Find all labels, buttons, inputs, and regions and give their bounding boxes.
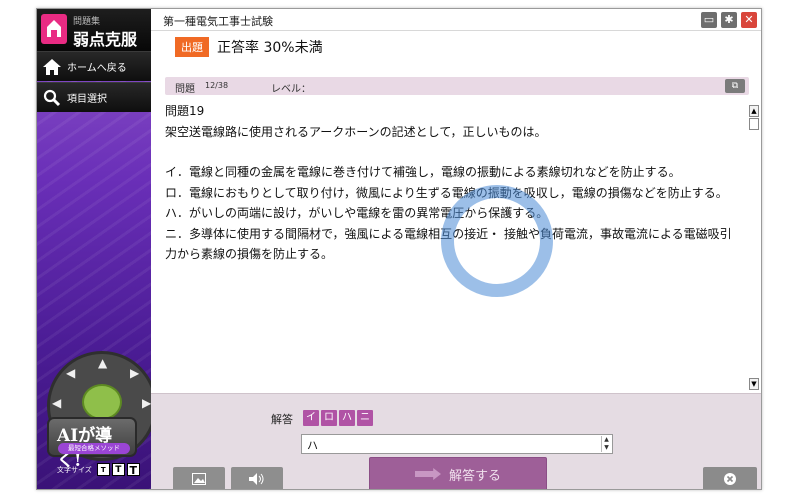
answer-choices: イ ロ ハ ニ bbox=[303, 410, 373, 426]
arrow-up-icon[interactable]: ▲ bbox=[98, 356, 107, 370]
option-i: イ．電線と同種の金属を電線に巻き付けて補強し，電線の振動による素線切れなどを防止… bbox=[165, 165, 681, 179]
dial-center-button[interactable] bbox=[82, 384, 122, 420]
ai-logo: AIが導く! 最短合格メソッド bbox=[47, 417, 137, 471]
arrow-next-icon[interactable]: ▶ bbox=[130, 366, 139, 380]
submit-answer-label: 解答する bbox=[448, 468, 501, 484]
answer-input[interactable]: ハ ▲ ▼ bbox=[301, 434, 613, 454]
level-label: レベル： bbox=[271, 84, 311, 95]
brand-title: 弱点克服 bbox=[73, 30, 138, 49]
sidebar: 問題集 弱点克服 ホームへ戻る 項目選択 ▲ ◀ ▶ ◀ ▶ AIが導く! 最短… bbox=[37, 9, 151, 489]
font-size-medium-button[interactable]: T bbox=[111, 463, 125, 476]
choice-i-button[interactable]: イ bbox=[303, 410, 319, 426]
clear-button[interactable] bbox=[703, 467, 757, 489]
option-ro: ロ．電線におもりとして取り付け，微風により生ずる電線の振動を吸収し，電線の損傷な… bbox=[165, 185, 728, 200]
font-size-label: 文字サイズ bbox=[57, 465, 92, 474]
settings-button[interactable]: ✱ bbox=[721, 12, 737, 28]
audio-button[interactable] bbox=[231, 467, 283, 489]
gear-icon: ✱ bbox=[724, 13, 734, 26]
item-select-label: 項目選択 bbox=[67, 94, 107, 105]
question-prompt: 架空送電線路に使用されるアークホーンの記述として，正しいものは。 bbox=[165, 124, 547, 139]
close-circle-icon bbox=[724, 473, 736, 485]
home-button-label: ホームへ戻る bbox=[67, 63, 127, 74]
search-icon bbox=[37, 83, 67, 113]
answer-spinner-icon[interactable]: ▲ ▼ bbox=[601, 436, 611, 452]
font-size-large-button[interactable]: T bbox=[126, 463, 140, 477]
scroll-thumb[interactable] bbox=[749, 118, 759, 130]
question-number: 12/38 bbox=[205, 81, 229, 90]
scroll-up-icon[interactable]: ▲ bbox=[749, 105, 759, 117]
submit-answer-button[interactable]: 解答する bbox=[369, 457, 547, 489]
house-logo-icon bbox=[41, 14, 67, 44]
category-row: 出題 正答率 30%未満 bbox=[175, 37, 323, 57]
category-badge: 出題 bbox=[175, 37, 209, 57]
choice-ro-button[interactable]: ロ bbox=[321, 410, 337, 426]
question-label: 問題 bbox=[175, 84, 195, 95]
loading-spinner bbox=[441, 185, 553, 297]
font-size-small-button[interactable]: T bbox=[96, 463, 110, 476]
folder-icon: ▭ bbox=[703, 13, 715, 26]
question-title: 問題19 bbox=[165, 104, 205, 118]
arrow-first-icon[interactable]: ◀ bbox=[52, 396, 61, 410]
speaker-icon bbox=[249, 473, 264, 485]
answer-label: 解答 bbox=[271, 413, 293, 426]
image-icon bbox=[192, 473, 206, 485]
category-text: 正答率 30%未満 bbox=[217, 40, 323, 56]
choice-ha-button[interactable]: ハ bbox=[339, 410, 355, 426]
folder-button[interactable]: ▭ bbox=[701, 12, 717, 28]
home-button[interactable]: ホームへ戻る bbox=[37, 51, 151, 81]
main-content: 第一種電気工事士試験 ▭ ✱ ✕ 出題 正答率 30%未満 問題 12/38 レ… bbox=[151, 9, 761, 489]
answer-value: ハ bbox=[307, 439, 318, 452]
title-bar: 第一種電気工事士試験 ▭ ✱ ✕ bbox=[151, 9, 761, 31]
ai-logo-tagline: 最短合格メソッド bbox=[58, 443, 130, 454]
font-size-selector: 文字サイズ T T T bbox=[57, 463, 140, 477]
window-title: 第一種電気工事士試験 bbox=[163, 15, 273, 28]
close-button[interactable]: ✕ bbox=[741, 12, 757, 28]
choice-ni-button[interactable]: ニ bbox=[357, 410, 373, 426]
question-scrollbar[interactable]: ▲ ▼ bbox=[749, 105, 759, 390]
arrow-right-icon bbox=[414, 468, 441, 480]
arrow-prev-icon[interactable]: ◀ bbox=[66, 366, 75, 380]
image-button[interactable] bbox=[173, 467, 225, 489]
home-icon bbox=[37, 52, 67, 82]
arrow-last-icon[interactable]: ▶ bbox=[142, 396, 151, 410]
close-icon: ✕ bbox=[744, 13, 754, 26]
expand-button[interactable]: ⧉ bbox=[725, 79, 745, 93]
brand-header: 問題集 弱点克服 bbox=[37, 9, 151, 51]
item-select-button[interactable]: 項目選択 bbox=[37, 82, 151, 112]
question-header: 問題 12/38 レベル： ⧉ bbox=[165, 77, 749, 95]
scroll-down-icon[interactable]: ▼ bbox=[749, 378, 759, 390]
app-window: 問題集 弱点克服 ホームへ戻る 項目選択 ▲ ◀ ▶ ◀ ▶ AIが導く! 最短… bbox=[36, 8, 762, 490]
